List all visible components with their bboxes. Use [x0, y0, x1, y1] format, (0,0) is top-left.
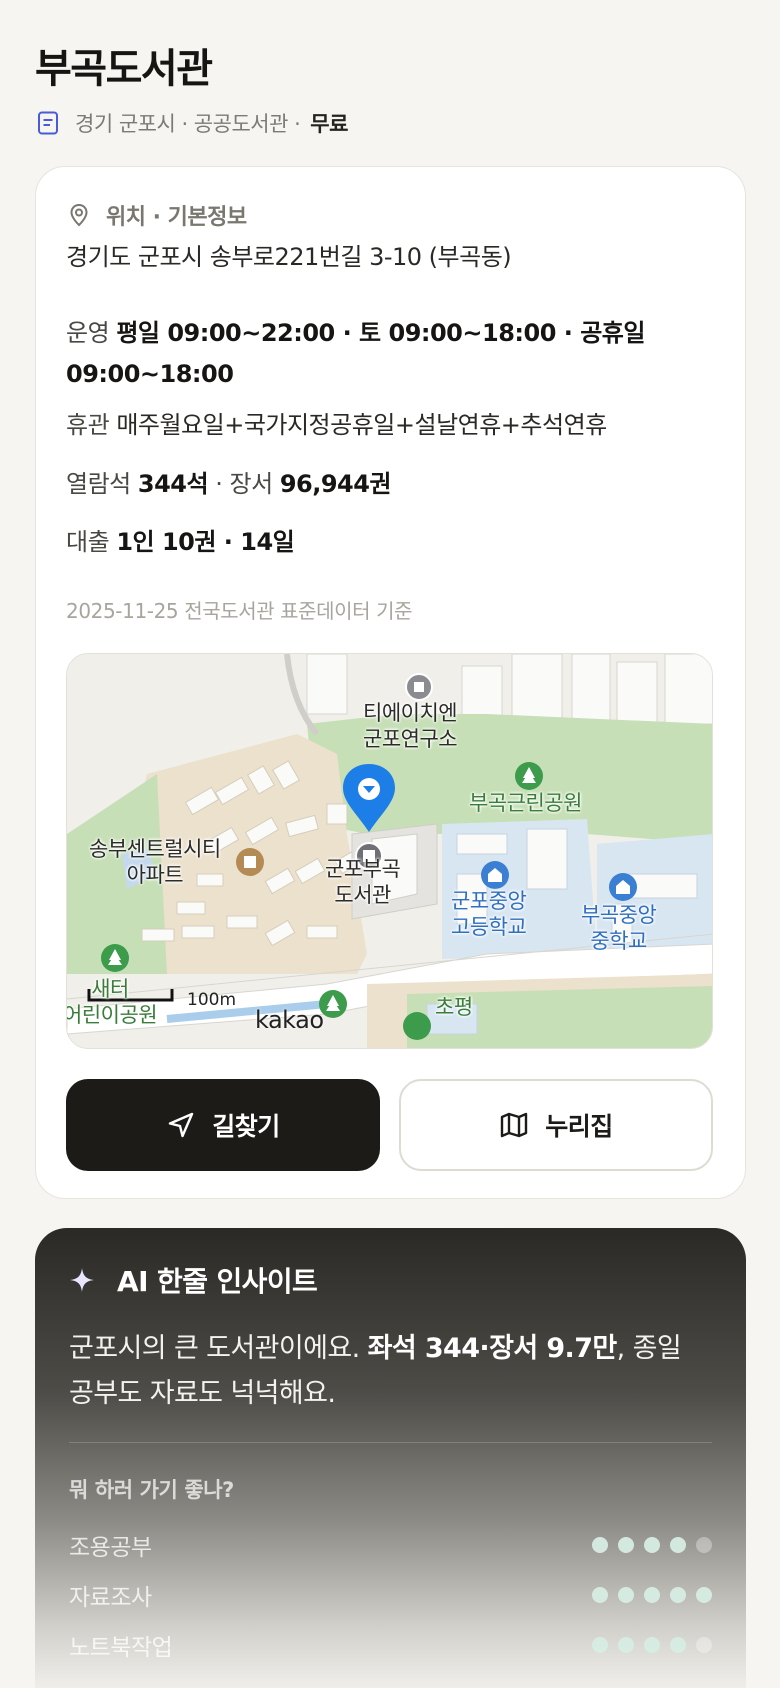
info-card: 위치 · 기본정보 경기도 군포시 송부로221번길 3-10 (부곡동) 운영… [35, 166, 746, 1199]
score-dot [670, 1637, 686, 1653]
map-label-middle-school: 부곡중앙 중학교 [581, 903, 657, 953]
score-dot [592, 1587, 608, 1603]
score-dot [592, 1537, 608, 1553]
hours: 운영 평일 09:00~22:00 · 토 09:00~18:00 · 공휴일 … [66, 313, 686, 395]
divider [69, 1442, 712, 1443]
purpose-label: 자료조사 [69, 1585, 152, 1611]
score-dot [670, 1587, 686, 1603]
website-label: 누리집 [545, 1112, 613, 1141]
ai-text-highlight: 좌석 344·장서 9.7만 [367, 1333, 618, 1364]
ai-insight-card: AI 한줄 인사이트 군포시의 큰 도서관이에요. 좌석 344·장서 9.7만… [35, 1228, 746, 1688]
map-scale-label: 100m [187, 990, 237, 1010]
purpose-row: 노트북작업 [69, 1630, 712, 1661]
map-label-research: 티에이치엔 군포연구소 [363, 701, 458, 751]
map-icon [501, 1112, 528, 1138]
purpose-label: 조용공부 [69, 1535, 152, 1561]
score-dot [644, 1587, 660, 1603]
score-dot [644, 1537, 660, 1553]
website-button[interactable]: 누리집 [399, 1079, 713, 1171]
info-section-header: 위치 · 기본정보 [66, 199, 247, 231]
directions-button[interactable]: 길찾기 [66, 1079, 380, 1171]
directions-label: 길찾기 [212, 1112, 280, 1141]
library-category: 경기 군포시 · 공공도서관 · [75, 112, 301, 136]
score-dot [696, 1587, 712, 1603]
map-label-apartment: 송부센트럴시티 아파트 [89, 837, 221, 887]
map-label-kids-park: 새터 어린이공원 [66, 977, 158, 1027]
books-label: 장서 [229, 470, 274, 498]
location-pin-icon [70, 203, 88, 227]
ai-insight-header: AI 한줄 인사이트 [69, 1260, 318, 1300]
books-value: 96,944권 [279, 470, 392, 498]
info-section-title: 위치 · 기본정보 [106, 205, 247, 230]
score-dot [618, 1537, 634, 1553]
ai-insight-title: AI 한줄 인사이트 [117, 1265, 318, 1298]
map-label-chopyeong: 초평 [435, 995, 473, 1019]
score-dot [696, 1637, 712, 1653]
document-icon [38, 111, 58, 135]
loan-label: 대출 [66, 528, 110, 556]
hours-value: 평일 09:00~22:00 · 토 09:00~18:00 · 공휴일 09:… [66, 319, 645, 388]
closed-value: 매주월요일+국가지정공휴일+설날연휴+추석연휴 [116, 411, 607, 439]
closed-days: 휴관 매주월요일+국가지정공휴일+설날연휴+추석연휴 [66, 403, 686, 447]
seats-value: 344석 [137, 470, 209, 498]
loan-policy: 대출 1인 10권 · 14일 [66, 520, 686, 564]
seats-label: 열람석 [66, 470, 131, 498]
score-dot [644, 1637, 660, 1653]
capacity: 열람석 344석 · 장서 96,944권 [66, 470, 392, 498]
ai-insight-text: 군포시의 큰 도서관이에요. 좌석 344·장서 9.7만, 종일 공부도 자료… [69, 1326, 709, 1416]
location-map[interactable]: 티에이치엔 군포연구소 부곡근린공원 송부센트럴시티 아파트 군포부곡 도서관 군포중… [66, 653, 713, 1049]
score-dot [670, 1537, 686, 1553]
purpose-question: 뭐 하러 가기 좋나? [69, 1478, 234, 1502]
address: 경기도 군포시 송부로221번길 3-10 (부곡동) [66, 243, 512, 271]
map-label-high-school: 군포중앙 고등학교 [451, 889, 527, 939]
fee-badge: 무료 [310, 112, 348, 136]
hours-label: 운영 [66, 319, 110, 347]
navigation-arrow-icon [169, 1112, 194, 1138]
score-dot [696, 1537, 712, 1553]
ai-text-part: 군포시의 큰 도서관이에요. [69, 1333, 368, 1364]
map-label-park: 부곡근린공원 [469, 791, 582, 815]
purpose-score-dots [592, 1587, 712, 1603]
score-dot [592, 1637, 608, 1653]
page-title: 부곡도서관 [35, 46, 213, 92]
score-dot [618, 1637, 634, 1653]
purpose-score-dots [592, 1537, 712, 1553]
data-source-date: 2025-11-25 전국도서관 표준데이터 기준 [66, 599, 413, 623]
map-provider-logo: kakao [255, 1006, 324, 1034]
purpose-score-dots [592, 1637, 712, 1653]
purpose-row: 조용공부 [69, 1530, 712, 1561]
purpose-row: 자료조사 [69, 1580, 712, 1611]
map-label-library: 군포부곡 도서관 [325, 857, 401, 907]
purpose-label: 노트북작업 [69, 1635, 173, 1661]
score-dot [618, 1587, 634, 1603]
library-meta: 경기 군포시 · 공공도서관 · 무료 [35, 108, 348, 138]
closed-label: 휴관 [66, 411, 110, 439]
loan-value: 1인 10권 · 14일 [116, 528, 295, 556]
sparkle-icon [70, 1268, 94, 1292]
